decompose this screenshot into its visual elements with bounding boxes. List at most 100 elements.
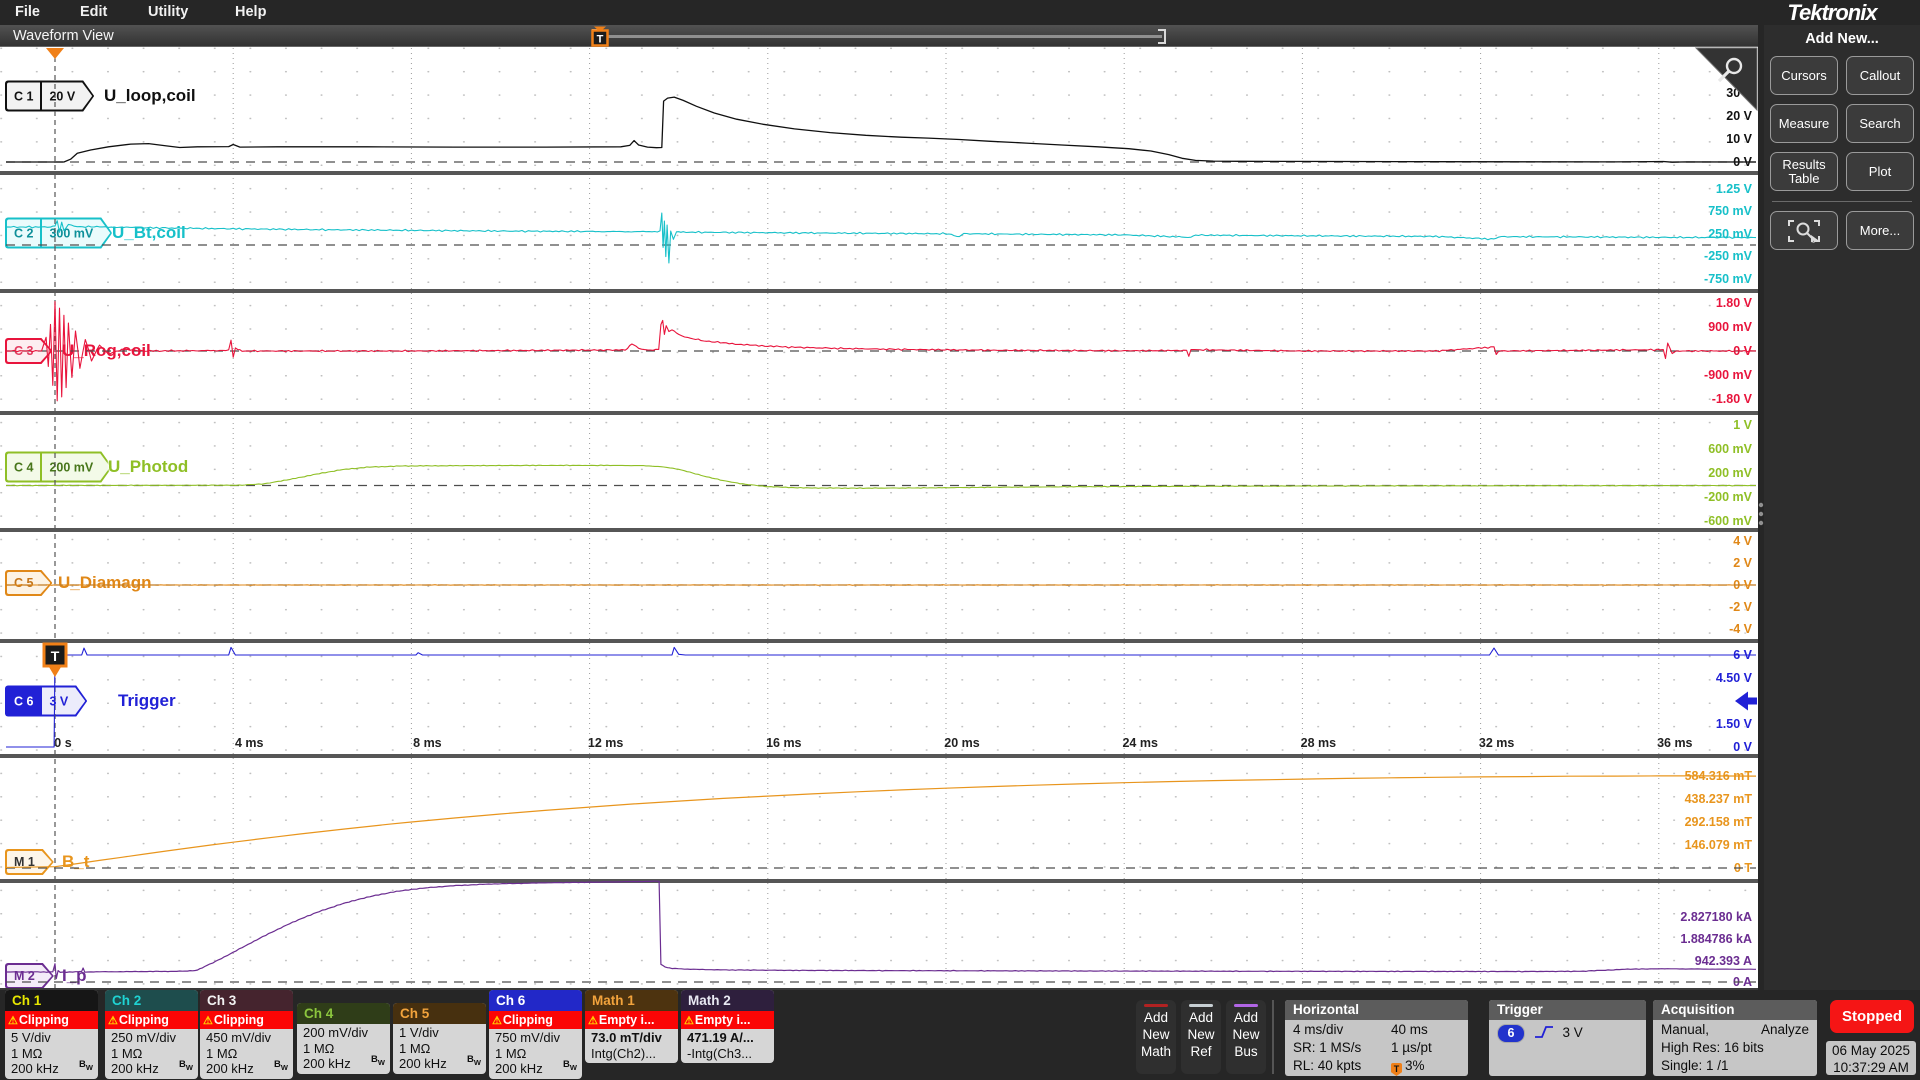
add-new-math-button[interactable]: Add New Math	[1136, 1000, 1176, 1074]
channel-tag-c-6[interactable]: C 6 3 V	[5, 686, 87, 717]
trigger-panel[interactable]: Trigger 6 3 V	[1489, 1000, 1646, 1076]
bandwidth-icon: BW	[563, 1059, 577, 1072]
channel-label-u-photod[interactable]: U_Photod	[108, 457, 188, 477]
warning-icon: ⚠	[588, 1015, 598, 1027]
axis-label: 0 V	[1733, 155, 1752, 169]
axis-label: 4.50 V	[1715, 671, 1752, 685]
warning-icon: ⚠	[203, 1015, 213, 1027]
axis-label: 942.393 A	[1694, 954, 1752, 968]
badge-ch-2[interactable]: Ch 2 ⚠Clipping 250 mV/div 1 MΩ 200 kHz BW	[105, 990, 198, 1079]
menu-item-file[interactable]: File	[15, 0, 40, 25]
channel-label-u-bt-coil[interactable]: U_Bt,coil	[112, 223, 186, 243]
horizontal-panel[interactable]: Horizontal 4 ms/div 40 ms SR: 1 MS/s 1 µs/…	[1285, 1000, 1468, 1076]
time-axis-label: 36 ms	[1657, 736, 1693, 750]
panel-splitter-handle[interactable]	[1758, 502, 1764, 526]
time-axis-label: 20 ms	[944, 736, 980, 750]
badge-settings: 1 V/div 1 MΩ 200 kHz BW	[399, 1025, 481, 1071]
channel-tag-label: C 3	[14, 344, 34, 358]
axis-label: 0 T	[1733, 861, 1752, 875]
tektronix-logo: Tektronix	[1787, 0, 1877, 25]
measure-button[interactable]: Measure	[1770, 104, 1838, 143]
channel-label-trigger[interactable]: Trigger	[118, 691, 176, 711]
badge-alert: ⚠Empty i...	[585, 1011, 678, 1029]
badge-ch-4[interactable]: Ch 4 200 mV/div 1 MΩ 200 kHz BW	[297, 1003, 390, 1074]
channel-tag-c-4[interactable]: C 4 200 mV	[5, 452, 112, 483]
badge-settings: 73.0 mT/div Intg(Ch2)...	[591, 1030, 662, 1061]
acquisition-single: Single: 1 /1	[1661, 1058, 1729, 1073]
axis-label: 4 V	[1733, 534, 1752, 548]
channel-tag-c-2[interactable]: C 2 300 mV	[5, 218, 112, 249]
badge-ch-5[interactable]: Ch 51 V/div 1 MΩ 200 kHz BW	[393, 1003, 486, 1074]
axis-label: -600 mV	[1704, 514, 1752, 528]
time-axis-label: 4 ms	[234, 736, 264, 750]
horizontal-scale: 4 ms/div	[1293, 1022, 1344, 1037]
acquisition-resolution: High Res: 16 bits	[1661, 1040, 1764, 1055]
search-button[interactable]: Search	[1846, 104, 1914, 143]
badge-settings: 450 mV/div 1 MΩ 200 kHz BW	[206, 1030, 288, 1076]
axis-label: 0 A	[1733, 975, 1752, 989]
badge-settings: 5 V/div 1 MΩ 200 kHz BW	[11, 1030, 93, 1076]
channel-label-u-diamagn[interactable]: U_Diamagn	[58, 573, 152, 593]
badge-math-2[interactable]: Math 2 ⚠Empty i... 471.19 A/... -Intg(Ch3..…	[681, 990, 774, 1063]
badge-settings: 750 mV/div 1 MΩ 200 kHz BW	[495, 1030, 577, 1076]
badge-ch-3[interactable]: Ch 3 ⚠Clipping 450 mV/div 1 MΩ 200 kHz BW	[200, 990, 293, 1079]
channel-label-i-p[interactable]: I_p	[62, 966, 87, 986]
channel-label-u-loop-coil[interactable]: U_loop,coil	[104, 86, 196, 106]
trigger-position: 3%	[1405, 1058, 1425, 1073]
time-axis-label: 8 ms	[413, 736, 442, 750]
accent-bar	[1189, 1004, 1213, 1007]
badge-title: Ch 2	[105, 990, 198, 1011]
run-state-button[interactable]: Stopped	[1830, 1000, 1914, 1033]
time-axis-label: 28 ms	[1300, 736, 1337, 750]
channel-tag-label: M 2	[14, 969, 35, 983]
plot-button[interactable]: Plot	[1846, 152, 1914, 191]
axis-label: 200 mV	[1708, 466, 1752, 480]
datetime-display: 06 May 2025 10:37:29 AM	[1826, 1041, 1916, 1075]
time-axis-label: 24 ms	[1122, 736, 1158, 750]
zoom-region-button[interactable]	[1770, 211, 1838, 250]
cursors-button[interactable]: Cursors	[1770, 56, 1838, 95]
more-button[interactable]: More...	[1846, 211, 1914, 250]
badge-title: Math 1	[585, 990, 678, 1011]
badge-math-1[interactable]: Math 1 ⚠Empty i... 73.0 mT/div Intg(Ch2)...	[585, 990, 678, 1063]
time-axis-label: 16 ms	[766, 736, 802, 750]
axis-label: 1.884786 kA	[1680, 932, 1752, 946]
axis-label: 600 mV	[1708, 442, 1752, 456]
axis-label: 20 V	[1726, 109, 1752, 123]
bandwidth-icon: BW	[274, 1059, 288, 1072]
menu-item-help[interactable]: Help	[235, 0, 266, 25]
waveform-view-titlebar[interactable]: Waveform View	[0, 25, 1758, 47]
menu-item-edit[interactable]: Edit	[80, 0, 107, 25]
callout-button[interactable]: Callout	[1846, 56, 1914, 95]
acquisition-mode: Manual,	[1661, 1022, 1710, 1037]
badge-alert: ⚠Clipping	[5, 1011, 98, 1029]
results-table-button[interactable]: Results Table	[1770, 152, 1838, 191]
trigger-source-badge: 6	[1497, 1024, 1525, 1043]
axis-label: 900 mV	[1708, 320, 1752, 334]
channel-label-b-t[interactable]: B_t	[62, 852, 89, 872]
channel-label-u-rog-coil[interactable]: U_Rog,coil	[62, 341, 151, 361]
time-axis-label: 0 s	[54, 736, 72, 750]
badge-title: Ch 4	[297, 1003, 390, 1024]
axis-label: -250 mV	[1704, 249, 1752, 263]
warning-icon: ⚠	[8, 1015, 18, 1027]
axis-label: 438.237 mT	[1684, 792, 1752, 806]
horizontal-panel-title: Horizontal	[1285, 1000, 1468, 1020]
time-axis-label: 12 ms	[587, 736, 624, 750]
add-new-buttons-grid: Cursors Callout Measure Search Results Table…	[1764, 47, 1920, 199]
acquisition-panel-title: Acquisition	[1653, 1000, 1817, 1020]
badge-ch-6[interactable]: Ch 6 ⚠Clipping 750 mV/div 1 MΩ 200 kHz BW	[489, 990, 582, 1079]
channel-tag-c-1[interactable]: C 1 20 V	[5, 81, 94, 112]
axis-label: 146.079 mT	[1684, 838, 1752, 852]
add-new-bus-button[interactable]: Add New Bus	[1226, 1000, 1266, 1074]
menu-item-utility[interactable]: Utility	[148, 0, 188, 25]
add-new-ref-button[interactable]: Add New Ref	[1181, 1000, 1221, 1074]
axis-label: 1.80 V	[1715, 296, 1752, 310]
acquisition-panel[interactable]: Acquisition Manual, Analyze High Res: 16 …	[1653, 1000, 1817, 1076]
sample-resolution: 1 µs/pt	[1391, 1040, 1432, 1055]
waveform-plot-area[interactable]	[0, 47, 1758, 990]
time-text: 10:37:29 AM	[1833, 1060, 1909, 1075]
axis-label: 6 V	[1733, 648, 1752, 662]
axis-label: 292.158 mT	[1684, 815, 1752, 829]
badge-ch-1[interactable]: Ch 1 ⚠Clipping 5 V/div 1 MΩ 200 kHz BW	[5, 990, 98, 1079]
